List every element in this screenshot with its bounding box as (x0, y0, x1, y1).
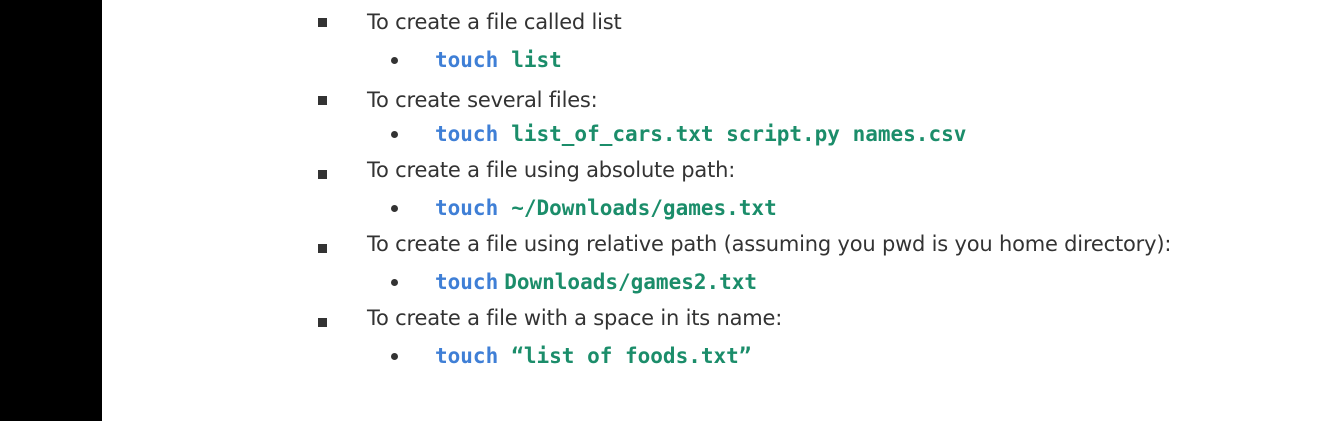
code-line: touch “list of foods.txt” (435, 342, 751, 370)
square-bullet (318, 244, 327, 253)
code-line: touch list (435, 46, 562, 74)
command-text: touch (435, 48, 499, 72)
description-text: To create a file using relative path (as… (367, 232, 1172, 256)
description-text: To create a file using absolute path: (367, 158, 736, 182)
item-description: To create a file with a space in its nam… (367, 304, 782, 332)
round-bullet (391, 131, 398, 138)
left-black-bar (0, 0, 102, 421)
square-bullet (318, 96, 327, 105)
description-text: To create several files: (367, 88, 598, 112)
square-bullet (318, 318, 327, 327)
argument-text: “list of foods.txt” (511, 344, 752, 368)
description-text: To create a file called list (367, 10, 622, 34)
code-line: touch Downloads/games2.txt (435, 268, 757, 296)
item-description: To create several files: (367, 86, 598, 114)
argument-text: list (511, 48, 562, 72)
square-bullet (318, 18, 327, 27)
argument-text: Downloads/games2.txt (504, 270, 758, 294)
item-description: To create a file called list (367, 8, 622, 36)
square-bullet (318, 170, 327, 179)
command-text: touch (435, 122, 499, 146)
round-bullet (391, 57, 398, 64)
argument-text: list_of_cars.txt script.py names.csv (511, 122, 967, 146)
description-text: To create a file with a space in its nam… (367, 306, 783, 330)
command-text: touch (435, 196, 499, 220)
code-line: touch ~/Downloads/games.txt (435, 194, 777, 222)
argument-text: ~/Downloads/games.txt (511, 196, 777, 220)
round-bullet (391, 353, 398, 360)
command-text: touch (435, 344, 499, 368)
command-text: touch (435, 270, 499, 294)
round-bullet (391, 205, 398, 212)
item-description: To create a file using relative path (as… (367, 230, 1171, 258)
code-line: touch list_of_cars.txt script.py names.cs… (435, 120, 966, 148)
round-bullet (391, 279, 398, 286)
item-description: To create a file using absolute path: (367, 156, 735, 184)
